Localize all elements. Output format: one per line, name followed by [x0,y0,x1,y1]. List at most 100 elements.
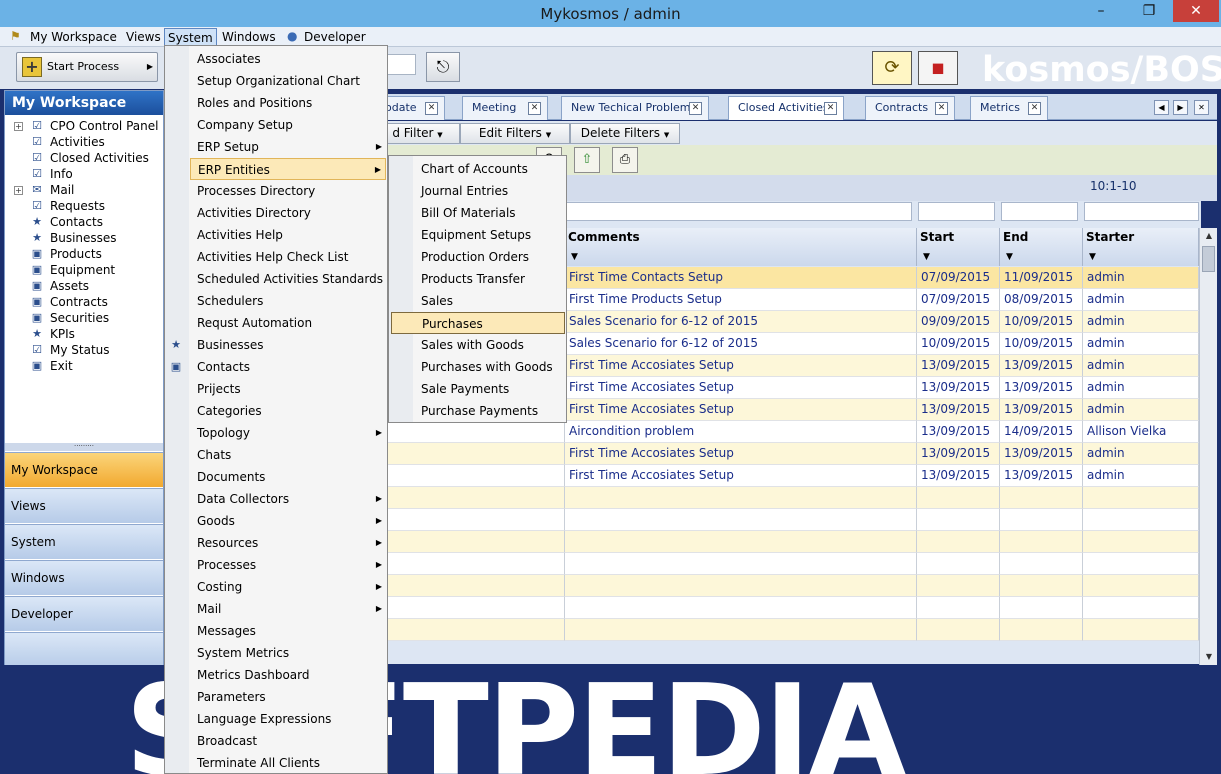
submenu-item-purchases-with-goods[interactable]: Purchases with Goods [391,356,565,378]
menu-item-resources[interactable]: Resources ▶ [190,532,386,554]
cell-end[interactable]: 14/09/2015 [1000,421,1083,443]
submenu-item-products-transfer[interactable]: Products Transfer [391,268,565,290]
nav-button-system[interactable]: System [5,524,163,559]
cell-start[interactable]: 13/09/2015 [917,377,1000,399]
filter-end-input[interactable] [1001,202,1078,221]
cell-starter[interactable]: admin [1083,355,1199,377]
menu-item-terminate-all-clients[interactable]: Terminate All Clients [190,752,386,774]
cell-starter[interactable]: admin [1083,443,1199,465]
menu-item-activities-help[interactable]: Activities Help [190,224,386,246]
tab-metrics[interactable]: Metrics ✕ [970,96,1048,120]
binoculars-button[interactable]: ⎋ [426,52,460,82]
cell-start[interactable]: 13/09/2015 [917,355,1000,377]
tree-item-info[interactable]: Info [50,166,73,182]
tab-next-button[interactable]: ▶ [1173,100,1188,115]
cell-starter[interactable]: admin [1083,377,1199,399]
tree-item-securities[interactable]: Securities [50,310,109,326]
cell-start[interactable] [917,619,1000,641]
tree-item-requests[interactable]: Requests [50,198,105,214]
search-input[interactable] [386,54,416,75]
sort-arrow-icon[interactable]: ▼ [1006,252,1013,262]
export-icon[interactable]: ⇧ [574,147,600,173]
cell-starter[interactable]: admin [1083,311,1199,333]
tree-item-products[interactable]: Products [50,246,102,262]
menu-windows[interactable]: Windows [219,28,279,46]
close-icon[interactable]: ✕ [824,102,837,115]
column-header-end[interactable]: End ▼ [1000,228,1083,266]
menu-item-metrics-dashboard[interactable]: Metrics Dashboard [190,664,386,686]
menu-item-topology[interactable]: Topology ▶ [190,422,386,444]
cell-start[interactable]: 07/09/2015 [917,267,1000,289]
tab-contracts[interactable]: Contracts ✕ [865,96,955,120]
close-icon[interactable]: ✕ [528,102,541,115]
scroll-thumb[interactable] [1202,246,1215,272]
cell-starter[interactable] [1083,487,1199,509]
column-header-starter[interactable]: Starter ▼ [1083,228,1199,266]
filter-starter-input[interactable] [1084,202,1199,221]
menu-item-erp-entities[interactable]: ERP Entities ▶ [190,158,386,180]
menu-item-goods[interactable]: Goods ▶ [190,510,386,532]
tree-item-cpo-control-panel[interactable]: CPO Control Panel [50,118,158,134]
menu-item-associates[interactable]: Associates [190,48,386,70]
filter-comments-input[interactable] [566,202,912,221]
cell-comments[interactable] [565,531,917,553]
cell-end[interactable]: 08/09/2015 [1000,289,1083,311]
cell-starter[interactable]: Allison Vielka [1083,421,1199,443]
cell-comments[interactable] [565,509,917,531]
tree-item-assets[interactable]: Assets [50,278,89,294]
cell-start[interactable] [917,597,1000,619]
cell-comments[interactable]: Sales Scenario for 6-12 of 2015 [565,333,917,355]
menu-item-language-expressions[interactable]: Language Expressions [190,708,386,730]
maximize-button[interactable]: ❐ [1129,0,1169,22]
minimize-button[interactable]: – [1081,0,1121,22]
cell-end[interactable]: 10/09/2015 [1000,311,1083,333]
submenu-item-journal-entries[interactable]: Journal Entries [391,180,565,202]
stop-button[interactable]: ◼ [918,51,958,85]
tree-item-my-status[interactable]: My Status [50,342,110,358]
cell-start[interactable]: 09/09/2015 [917,311,1000,333]
scroll-up-icon[interactable]: ▲ [1201,228,1217,244]
close-icon[interactable]: ✕ [689,102,702,115]
cell-end[interactable] [1000,487,1083,509]
tab-prev-button[interactable]: ◀ [1154,100,1169,115]
submenu-item-bill-of-materials[interactable]: Bill Of Materials [391,202,565,224]
cell-starter[interactable] [1083,509,1199,531]
cell-starter[interactable] [1083,619,1199,641]
menu-item-schedulers[interactable]: Schedulers [190,290,386,312]
cell-end[interactable]: 13/09/2015 [1000,355,1083,377]
cell-starter[interactable] [1083,553,1199,575]
tree-expander[interactable]: + [14,186,23,195]
tree-item-contacts[interactable]: Contacts [50,214,103,230]
cell-end[interactable]: 11/09/2015 [1000,267,1083,289]
column-header-start[interactable]: Start ▼ [917,228,1000,266]
sort-arrow-icon[interactable]: ▼ [923,252,930,262]
cell-starter[interactable]: admin [1083,289,1199,311]
tree-item-exit[interactable]: Exit [50,358,73,374]
cell-comments[interactable]: Aircondition problem [565,421,917,443]
refresh-button[interactable]: ⟳ [872,51,912,85]
tab-new-techical-problem[interactable]: New Techical Problem ✕ [561,96,709,120]
cell-comments[interactable] [565,619,917,641]
nav-button-my-workspace[interactable]: My Workspace [5,452,163,487]
cell-comments[interactable] [565,553,917,575]
cell-start[interactable]: 13/09/2015 [917,399,1000,421]
close-button[interactable]: ✕ [1173,0,1219,22]
cell-comments[interactable] [565,575,917,597]
submenu-item-purchase-payments[interactable]: Purchase Payments [391,400,565,422]
scroll-down-icon[interactable]: ▼ [1201,649,1217,665]
submenu-item-sale-payments[interactable]: Sale Payments [391,378,565,400]
menu-item-roles-and-positions[interactable]: Roles and Positions [190,92,386,114]
tab-meeting[interactable]: Meeting ✕ [462,96,548,120]
sort-arrow-icon[interactable]: ▼ [571,252,578,262]
cell-start[interactable] [917,553,1000,575]
close-icon[interactable]: ✕ [425,102,438,115]
submenu-item-equipment-setups[interactable]: Equipment Setups [391,224,565,246]
menu-item-categories[interactable]: Categories [190,400,386,422]
cell-end[interactable] [1000,531,1083,553]
nav-button-views[interactable]: Views [5,488,163,523]
menu-item-contacts[interactable]: Contacts ▣ [171,356,386,378]
cell-end[interactable]: 13/09/2015 [1000,377,1083,399]
cell-comments[interactable] [565,597,917,619]
menu-item-activities-help-check-list[interactable]: Activities Help Check List [190,246,386,268]
cell-starter[interactable] [1083,597,1199,619]
